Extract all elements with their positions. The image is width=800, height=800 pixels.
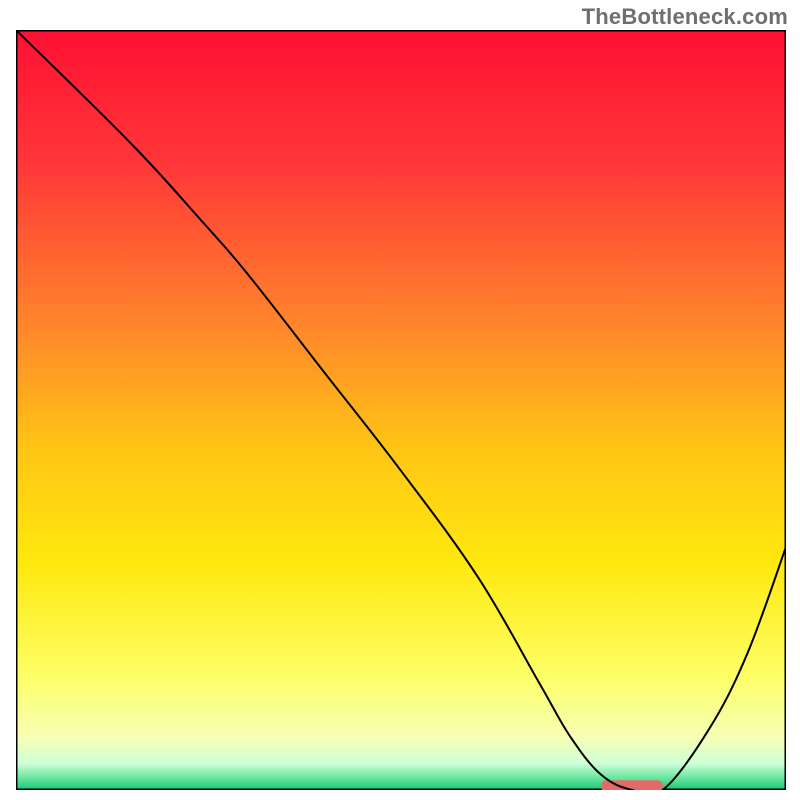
watermark-text: TheBottleneck.com (582, 4, 788, 30)
bottleneck-chart: TheBottleneck.com (0, 0, 800, 800)
chart-plot-area (16, 30, 786, 790)
